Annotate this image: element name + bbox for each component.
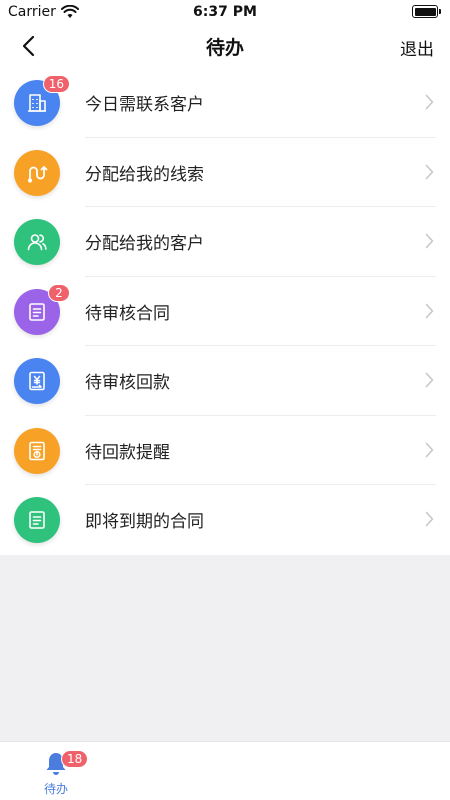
nav-bar: 待办 退出 bbox=[0, 24, 450, 68]
chevron-left-icon bbox=[22, 35, 35, 57]
contract-icon bbox=[29, 302, 45, 321]
icon-circle bbox=[14, 497, 60, 543]
icon-wrap: 2 bbox=[14, 283, 70, 335]
back-button[interactable] bbox=[10, 30, 46, 62]
chevron-right-icon bbox=[425, 303, 434, 318]
tab-bar: 18 待办 bbox=[0, 741, 450, 800]
icon-wrap: 16 bbox=[14, 75, 70, 126]
icon-wrap bbox=[14, 219, 60, 265]
tab-todo[interactable]: 18 待办 bbox=[28, 748, 89, 796]
users-icon bbox=[27, 234, 47, 251]
icon-wrap bbox=[14, 358, 60, 404]
chevron-right-icon bbox=[425, 442, 434, 457]
item-label: 待回款提醒 bbox=[85, 442, 170, 463]
tab-badge-count: 18 bbox=[61, 750, 89, 768]
page-title: 待办 bbox=[205, 36, 244, 59]
icon-circle bbox=[14, 358, 60, 404]
item-label: 分配给我的客户 bbox=[85, 234, 204, 255]
chevron-right-icon bbox=[425, 511, 434, 527]
item-label: 分配给我的线索 bbox=[85, 164, 204, 185]
icon-circle bbox=[14, 427, 60, 474]
list-item-payments-pending-review[interactable]: 待审核回款 bbox=[0, 346, 450, 416]
chevron-right-icon bbox=[425, 233, 434, 249]
icon-wrap bbox=[14, 149, 60, 196]
item-label: 即将到期的合同 bbox=[85, 512, 204, 533]
document-icon bbox=[29, 511, 45, 529]
battery-icon bbox=[412, 5, 441, 18]
list-item-payment-reminders[interactable]: 待回款提醒 bbox=[0, 416, 450, 485]
icon-wrap bbox=[14, 427, 60, 474]
list-item-assigned-leads[interactable]: 分配给我的线索 bbox=[0, 138, 450, 207]
reminder-icon bbox=[29, 441, 45, 460]
status-time: 6:37 PM bbox=[193, 4, 257, 20]
icon-circle bbox=[14, 219, 60, 265]
chevron-right-icon bbox=[425, 372, 434, 388]
todo-list: 16 今日需联系客户 分配给我的线索 分配给我的客户 2 待审核合同 待审核回款… bbox=[0, 68, 450, 555]
badge-count: 16 bbox=[42, 75, 70, 93]
building-icon bbox=[28, 94, 46, 112]
logout-button[interactable]: 退出 bbox=[400, 35, 434, 60]
item-label: 今日需联系客户 bbox=[85, 95, 204, 116]
item-label: 待审核合同 bbox=[85, 303, 170, 324]
icon-wrap bbox=[14, 497, 60, 543]
icon-circle bbox=[14, 149, 60, 196]
route-icon bbox=[27, 165, 48, 183]
list-item-expiring-contracts[interactable]: 即将到期的合同 bbox=[0, 485, 450, 555]
chevron-right-icon bbox=[425, 164, 434, 179]
list-item-contracts-pending-review[interactable]: 2 待审核合同 bbox=[0, 277, 450, 346]
status-bar: Carrier 6:37 PM bbox=[0, 0, 450, 24]
list-item-contact-customers-today[interactable]: 16 今日需联系客户 bbox=[0, 68, 450, 138]
badge-count: 2 bbox=[48, 283, 70, 302]
chevron-right-icon bbox=[425, 94, 434, 110]
item-label: 待审核回款 bbox=[85, 373, 170, 394]
payment-icon bbox=[29, 371, 45, 391]
list-item-assigned-customers[interactable]: 分配给我的客户 bbox=[0, 207, 450, 277]
tab-label: 待办 bbox=[43, 782, 68, 796]
